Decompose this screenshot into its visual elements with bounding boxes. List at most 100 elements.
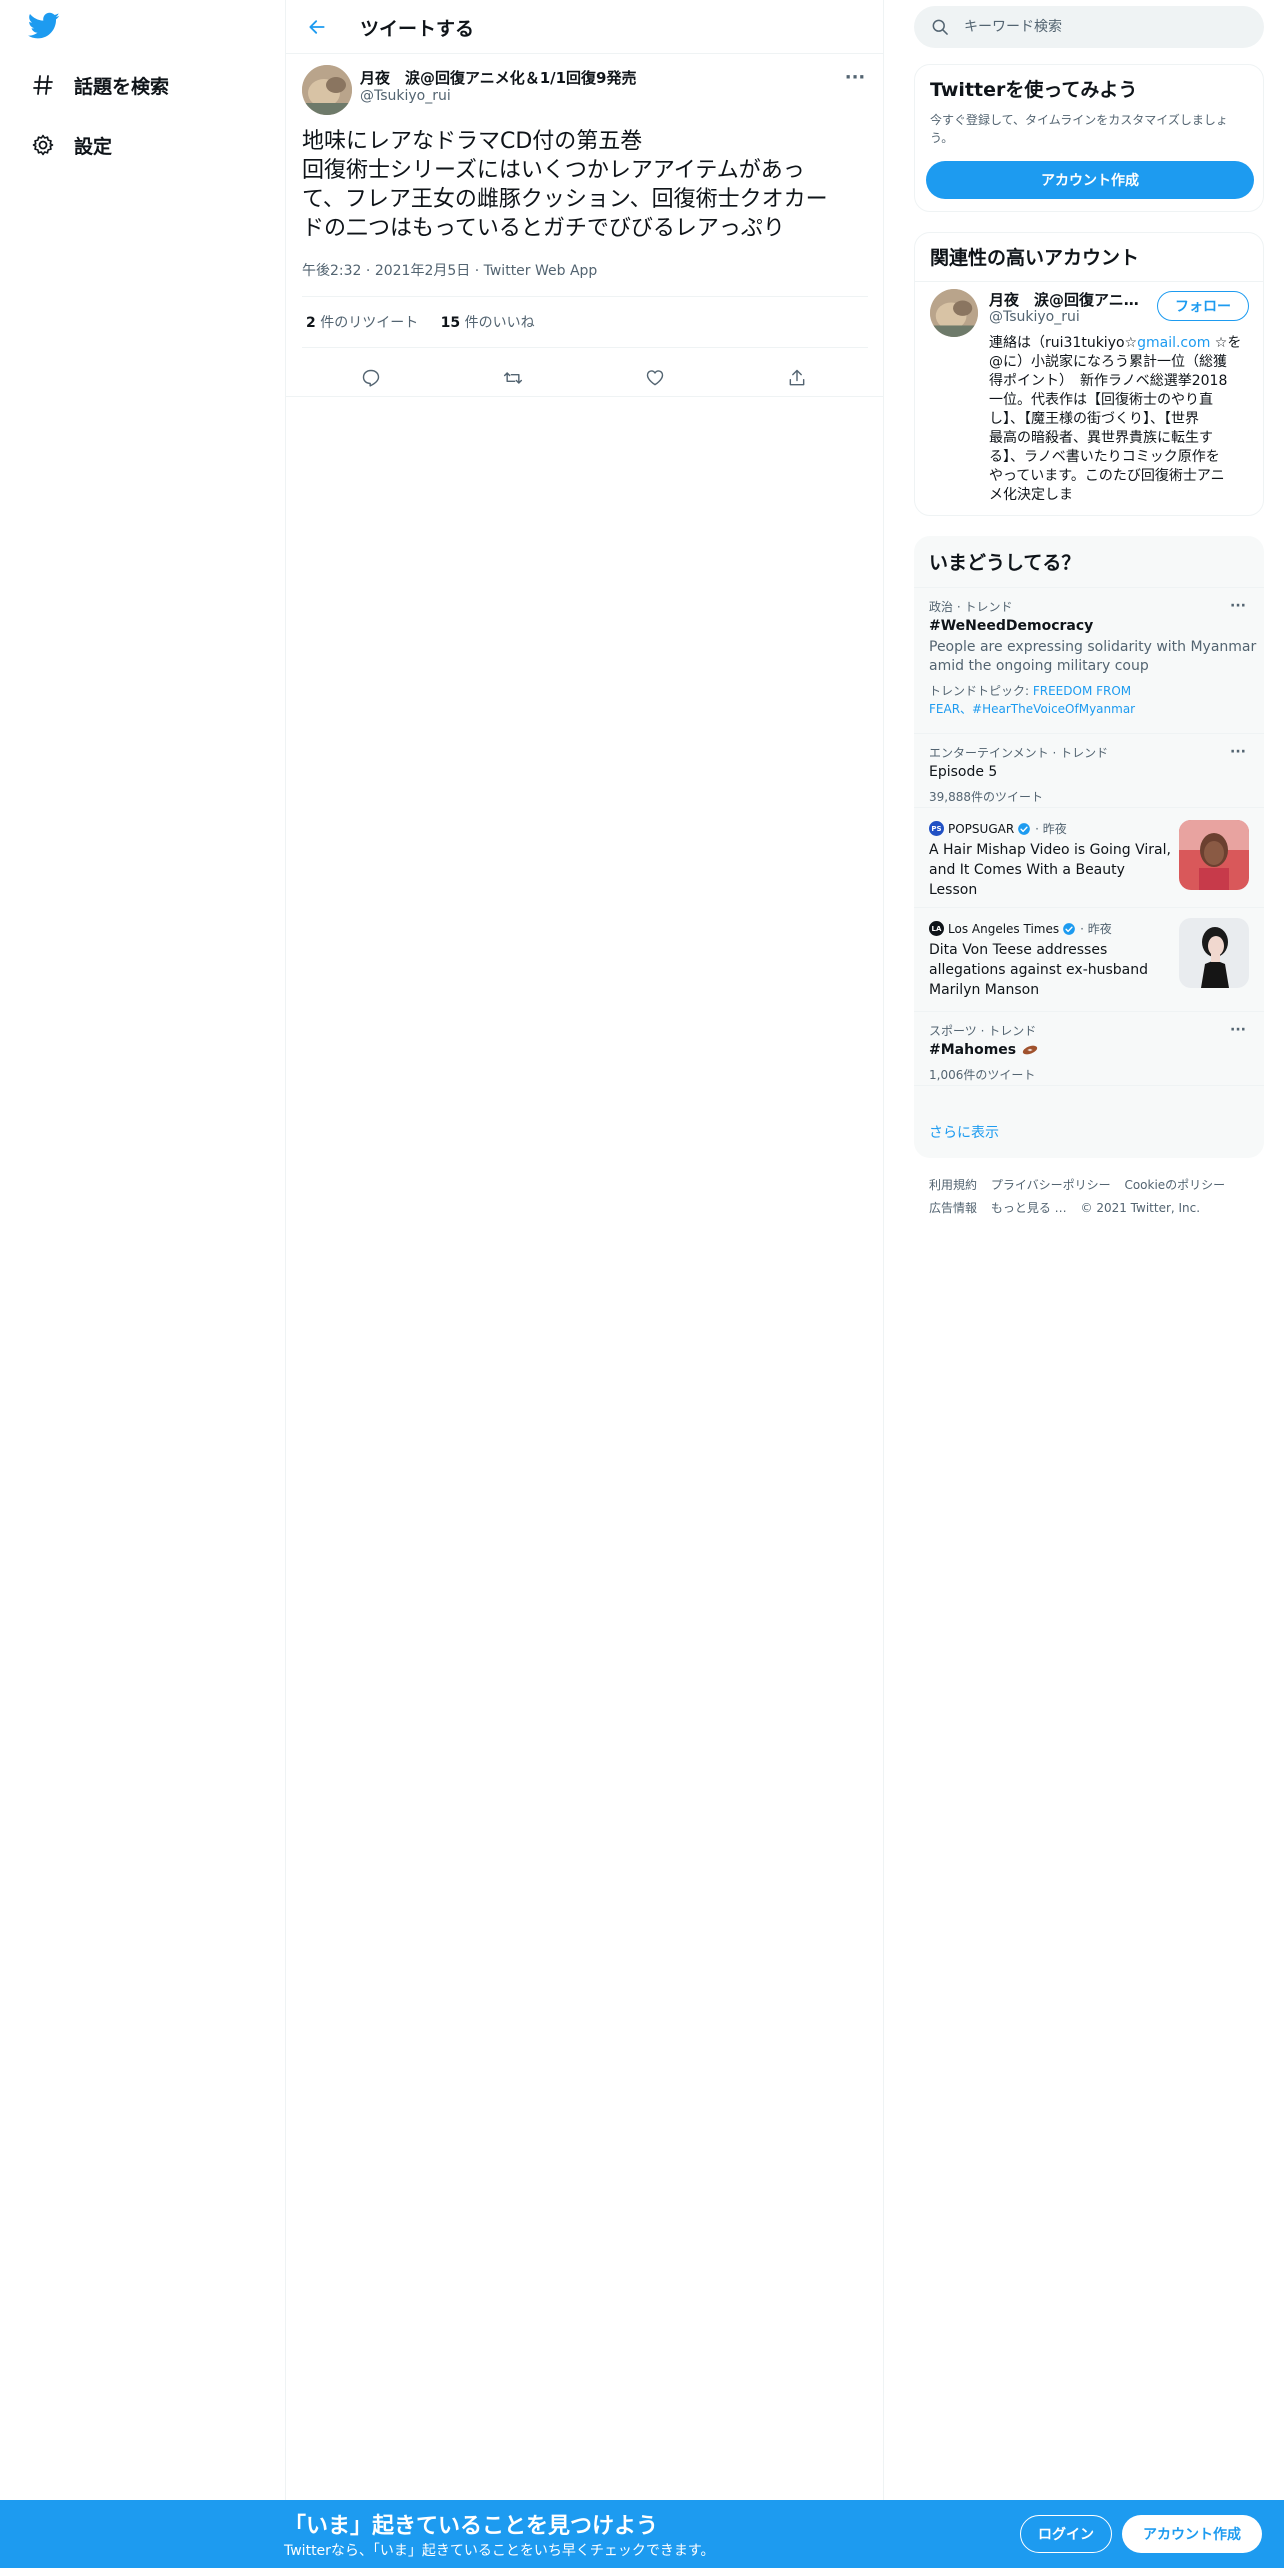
news-item[interactable]: LA Los Angeles Times · 昨夜 Dita Von Teese… [914, 908, 1264, 1012]
retweet-button[interactable] [496, 361, 530, 395]
related-account-name[interactable]: 月夜 涙@回復アニメ化＆1/1回復9発売 [989, 289, 1139, 310]
arrow-left-icon [309, 20, 325, 34]
trend-topic-link[interactable]: FEAR [929, 702, 960, 716]
trend-more-button[interactable]: ··· [1226, 598, 1250, 614]
verified-badge-icon [1018, 822, 1031, 835]
tweet-timestamp: 午後2:32 · 2021年2月5日 · Twitter Web App [302, 260, 597, 280]
trend-more-button[interactable]: ··· [1226, 744, 1250, 760]
news-title: A Hair Mishap Video is Going Viral, and … [929, 840, 1171, 900]
nav-explore[interactable]: 話題を検索 [28, 70, 169, 100]
page-title: ツイートする [360, 18, 475, 40]
reply-button[interactable] [354, 361, 388, 395]
like-label: 件のいいね [464, 315, 535, 331]
left-navigation: 話題を検索 設定 [0, 0, 286, 2500]
bio-line: 一位。代表作は【回復術士のやり直 [989, 392, 1213, 408]
signup-card-title: Twitterを使ってみよう [930, 79, 1138, 101]
trend-topic-link[interactable]: FREEDOM FROM [1033, 684, 1131, 698]
trend-description: People are expressing solidarity with My… [929, 638, 1259, 676]
like-icon [646, 370, 664, 386]
football-icon [1022, 1045, 1038, 1055]
footer-link-cookies[interactable]: Cookieのポリシー [1124, 1178, 1225, 1192]
create-account-button[interactable]: アカウント作成 [926, 161, 1254, 199]
gear-icon [28, 130, 58, 160]
related-account-bio: 連絡は（rui31tukiyo☆gmail.com ☆を @に）小説家になろう累… [989, 334, 1255, 505]
trend-name-text: #Mahomes [929, 1042, 1017, 1058]
bio-line: @に）小説家になろう累計一位（総獲 [989, 354, 1227, 370]
news-item[interactable]: PS POPSUGAR · 昨夜 A Hair Mishap Video is … [914, 808, 1264, 908]
news-source: PS POPSUGAR · 昨夜 [929, 820, 1067, 837]
divider [915, 281, 1263, 282]
trends-title: いまどうしてる？ [929, 552, 1081, 574]
follow-button[interactable]: フォロー [1157, 291, 1249, 321]
trend-name: #WeNeedDemocracy [929, 618, 1094, 634]
trend-description-line: amid the ongoing military coup [929, 658, 1149, 674]
search-input[interactable] [964, 6, 1244, 48]
twitter-bird-icon[interactable] [27, 12, 64, 44]
trend-topics: トレンドトピック: FREEDOM FROM FEAR、#HearTheVoic… [929, 682, 1259, 718]
trends-card: いまどうしてる？ 政治 · トレンド ··· #WeNeedDemocracy … [914, 536, 1264, 1158]
trend-tweet-count: 1,006件のツイート [929, 1068, 1036, 1082]
news-source: LA Los Angeles Times · 昨夜 [929, 920, 1112, 937]
meta-separator: · [474, 263, 480, 279]
trend-name: #Mahomes [929, 1042, 1039, 1058]
nav-settings[interactable]: 設定 [28, 130, 112, 160]
news-title-line: A Hair Mishap Video is Going Viral, [929, 842, 1171, 858]
bio-email-link[interactable]: gmail.com [1137, 335, 1210, 351]
trend-context: エンターテインメント · トレンド [929, 746, 1109, 760]
bio-line: 得ポイント） 新作ラノベ総選挙2018 [989, 373, 1228, 389]
bottom-signup-bar: 「いま」起きていることを見つけよう Twitterなら、「いま」起きていることを… [0, 2500, 1284, 2568]
trend-item[interactable]: 政治 · トレンド ··· #WeNeedDemocracy People ar… [914, 588, 1264, 734]
trend-topic-link[interactable]: #HearTheVoiceOfMyanmar [972, 702, 1135, 716]
tweet-source[interactable]: Twitter Web App [484, 263, 598, 279]
tweet-text-line: て、フレア王女の雌豚クッション、回復術士クオカー [302, 187, 828, 212]
news-title-line: and It Comes With a Beauty [929, 862, 1125, 878]
avatar[interactable] [930, 289, 978, 337]
reply-icon [362, 369, 380, 387]
bio-line: 最高の暗殺者、異世界貴族に転生す [989, 430, 1213, 446]
show-more-link[interactable]: さらに表示 [929, 1122, 999, 1142]
news-thumbnail [1179, 918, 1249, 988]
trend-topic-separator: 、 [960, 702, 973, 716]
news-title-line: Lesson [929, 882, 978, 898]
bottom-signup-button[interactable]: アカウント作成 [1122, 2515, 1262, 2553]
bio-line: る】、ラノベ書いたりコミック原作を [989, 449, 1220, 465]
trend-context: 政治 · トレンド [929, 600, 1013, 614]
like-stat[interactable]: 15 件のいいね [441, 315, 535, 331]
tweet-date[interactable]: 2021年2月5日 [375, 263, 470, 279]
login-button[interactable]: ログイン [1020, 2515, 1112, 2553]
footer-link-privacy[interactable]: プライバシーポリシー [991, 1178, 1111, 1192]
more-options-button[interactable]: ··· [838, 65, 872, 89]
trend-context: スポーツ · トレンド [929, 1024, 1037, 1038]
author-handle[interactable]: @Tsukiyo_rui [360, 88, 451, 104]
nav-explore-label: 話題を検索 [74, 75, 170, 98]
retweet-stat[interactable]: 2 件のリツイート [306, 315, 418, 331]
author-name[interactable]: 月夜 涙@回復アニメ化＆1/1回復9発売 [360, 67, 637, 88]
footer-link-terms[interactable]: 利用規約 [929, 1178, 977, 1192]
bio-text: 連絡は（rui31tukiyo☆ [989, 335, 1138, 351]
tweet-time[interactable]: 午後2:32 [302, 263, 361, 279]
main-header: ツイートする [286, 0, 884, 54]
tweet-stats: 2 件のリツイート 15 件のいいね [306, 312, 553, 332]
share-button[interactable] [780, 361, 814, 395]
bio-line: メ化決定しま [989, 487, 1073, 503]
search-box[interactable] [914, 6, 1264, 48]
trend-description-line: People are expressing solidarity with My… [929, 639, 1257, 655]
footer-link-ads[interactable]: 広告情報 [929, 1201, 977, 1215]
bottom-bar-subtitle: Twitterなら、「いま」起きていることをいち早くチェックできます。 [284, 2543, 715, 2559]
like-button[interactable] [638, 361, 672, 395]
related-accounts-title: 関連性の高いアカウント [930, 247, 1140, 269]
trend-item[interactable]: スポーツ · トレンド ··· #Mahomes 1,006件のツイート [914, 1012, 1264, 1086]
trend-item[interactable]: エンターテインメント · トレンド ··· Episode 5 39,888件の… [914, 734, 1264, 808]
trend-more-button[interactable]: ··· [1226, 1022, 1250, 1038]
divider [286, 396, 884, 397]
news-time: · 昨夜 [1035, 822, 1067, 836]
share-icon [789, 369, 805, 386]
related-account-handle[interactable]: @Tsukiyo_rui [989, 309, 1080, 325]
divider [302, 347, 868, 348]
avatar[interactable] [302, 65, 352, 115]
signup-card-subtitle: 今すぐ登録して、タイムラインをカスタマイズしましょう。 [930, 113, 1228, 145]
footer-link-more[interactable]: もっと見る … [991, 1201, 1067, 1215]
hashtag-icon [28, 70, 58, 100]
meta-separator: · [365, 263, 371, 279]
back-button[interactable] [300, 10, 334, 44]
